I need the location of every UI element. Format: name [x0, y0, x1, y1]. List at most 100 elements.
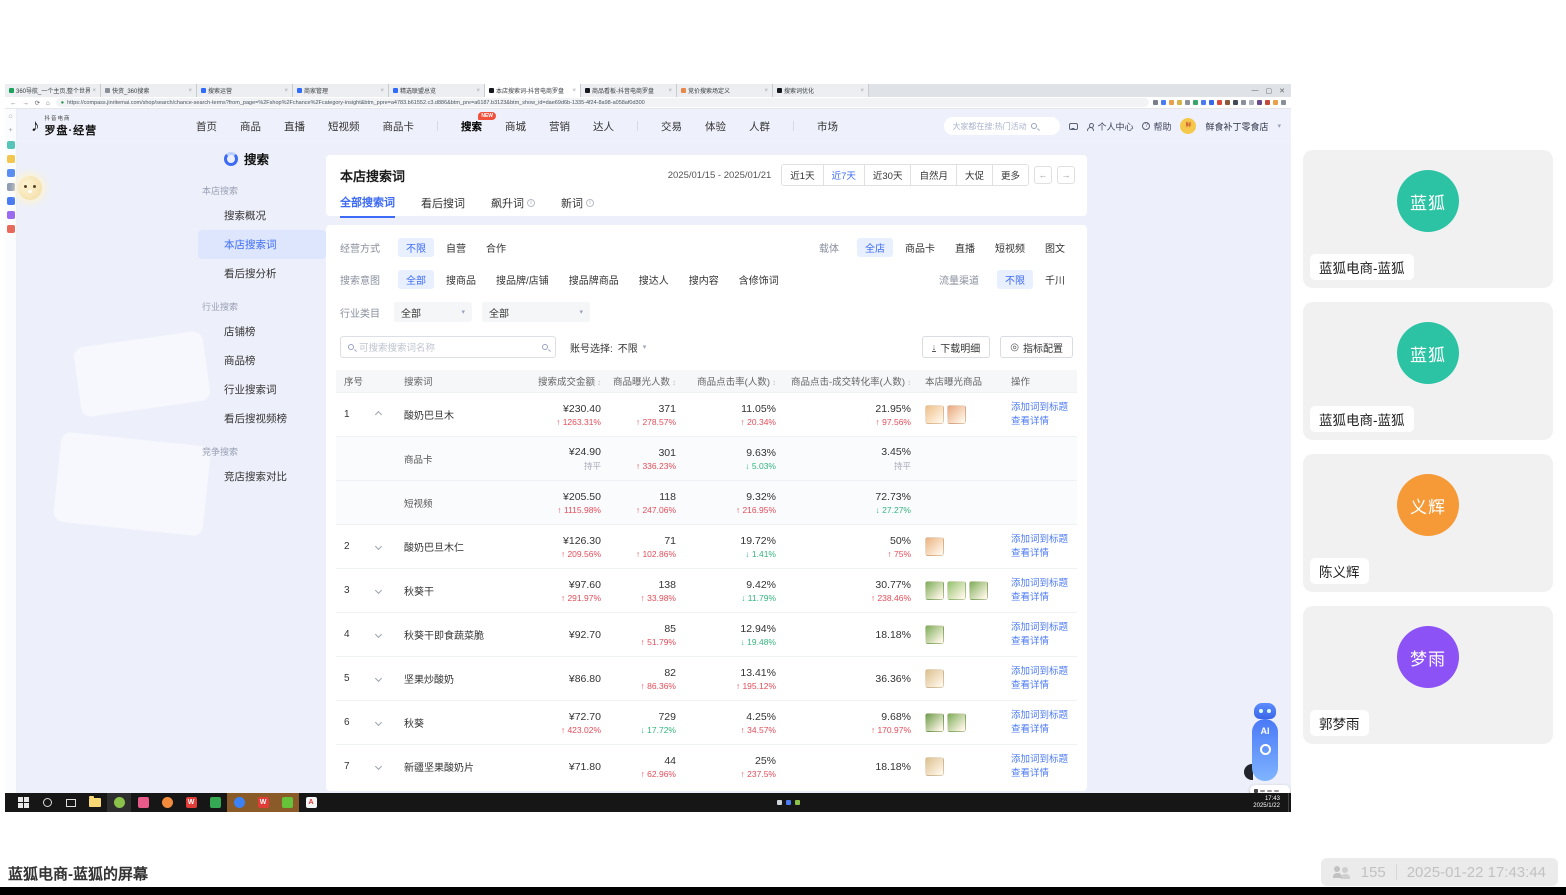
help-link[interactable]: ? 帮助 [1142, 120, 1171, 133]
date-range[interactable]: 2025/01/15 - 2025/01/21 [668, 170, 772, 181]
product-image[interactable] [925, 405, 944, 424]
filter-chip-千川[interactable]: 千川 [1037, 270, 1073, 289]
browser-nav-buttons[interactable]: ← → ⟳ ⌂ [10, 99, 52, 107]
sidebar-item-看后搜视频榜[interactable]: 看后搜视频榜 [198, 404, 326, 433]
extension-icon[interactable] [1241, 100, 1246, 105]
filter-chip-全部[interactable]: 全部 [398, 270, 434, 289]
chevron-down-icon[interactable] [374, 718, 383, 727]
date-button-更多[interactable]: 更多 [992, 165, 1028, 185]
action-link-添加词到标题[interactable]: 添加词到标题 [1011, 665, 1077, 679]
date-button-近30天[interactable]: 近30天 [864, 165, 912, 185]
column-header[interactable]: 商品点击率(人数) ↕ [676, 374, 776, 388]
filter-chip-自营[interactable]: 自营 [438, 238, 474, 257]
extension-icon[interactable] [1249, 100, 1254, 105]
window-controls[interactable]: — ▢ ✕ [1246, 84, 1292, 97]
download-detail-button[interactable]: ↓ 下载明细 [921, 336, 991, 358]
product-image[interactable] [925, 581, 944, 600]
taskbar-clock[interactable]: 17:43 2025/1/22 [1253, 796, 1288, 810]
metric-config-button[interactable]: ◎ 指标配置 [1000, 336, 1073, 358]
browser-tab[interactable]: 360导航_一个主页,整个世界 × [5, 84, 101, 97]
action-link-添加词到标题[interactable]: 添加词到标题 [1011, 401, 1077, 415]
extension-icon[interactable] [1257, 100, 1262, 105]
nav-item-搜索[interactable]: 搜索 NEW [461, 111, 496, 134]
action-link-添加词到标题[interactable]: 添加词到标题 [1011, 709, 1077, 723]
product-image[interactable] [925, 669, 944, 688]
category-select-2[interactable]: 全部 ▾ [482, 302, 590, 322]
tab-飙升词[interactable]: 飙升词 i [491, 194, 535, 218]
date-button-大促[interactable]: 大促 [956, 165, 993, 185]
extension-icon[interactable] [1281, 100, 1286, 105]
account-select[interactable]: 账号选择: 不限 ▾ [570, 340, 646, 355]
nav-item-短视频[interactable]: 短视频 [328, 119, 360, 134]
nav-item-商品卡[interactable]: 商品卡 [383, 119, 415, 134]
column-header[interactable]: 商品曝光人数 ↕ [601, 374, 676, 388]
browser-tab[interactable]: 精选联盟总览 × [389, 84, 485, 97]
search-submit-icon[interactable] [542, 344, 548, 350]
sidebar-item-搜索概况[interactable]: 搜索概况 [198, 201, 326, 230]
nav-item-直播[interactable]: 直播 [284, 119, 305, 134]
tab-close-icon[interactable]: × [284, 88, 288, 94]
address-bar[interactable]: ● https://compass.jinritemai.com/shop/se… [55, 98, 1149, 107]
taskbar-icon-wechat[interactable] [275, 793, 299, 812]
taskbar-icon-task-view[interactable] [59, 793, 83, 812]
nav-item-人群[interactable]: 人群 [749, 119, 770, 134]
side-strip-icon[interactable] [6, 141, 15, 149]
filter-chip-不限[interactable]: 不限 [997, 270, 1033, 289]
nav-item-体验[interactable]: 体验 [705, 119, 726, 134]
participant-tile[interactable]: 蓝狐 蓝狐电商-蓝狐 [1303, 150, 1553, 288]
taskbar-icon-browser-360[interactable] [107, 793, 131, 812]
home-icon[interactable]: ⌂ [8, 113, 12, 121]
extension-icon[interactable] [1201, 100, 1206, 105]
browser-tab[interactable]: 竞价搜索场定义 × [677, 84, 773, 97]
taskbar-icon-file-explorer[interactable] [83, 793, 107, 812]
date-button-自然月[interactable]: 自然月 [911, 165, 957, 185]
action-link-添加词到标题[interactable]: 添加词到标题 [1011, 577, 1077, 591]
side-strip-icon[interactable] [6, 197, 15, 205]
global-search-input[interactable]: 大家都在搜:热门活动 [944, 117, 1061, 135]
participant-tile[interactable]: 蓝狐 蓝狐电商-蓝狐 [1303, 302, 1553, 440]
chevron-down-icon[interactable] [374, 674, 383, 683]
filter-chip-图文[interactable]: 图文 [1037, 238, 1073, 257]
tab-全部搜索词[interactable]: 全部搜索词 [340, 194, 395, 218]
extension-icon[interactable] [1153, 100, 1158, 105]
side-strip-icon[interactable] [6, 155, 15, 163]
nav-item-市场[interactable]: 市场 [817, 119, 838, 134]
product-image[interactable] [925, 713, 944, 732]
tab-close-icon[interactable]: × [188, 88, 192, 94]
chevron-down-icon[interactable]: ▾ [1277, 122, 1281, 130]
product-image[interactable] [925, 625, 944, 644]
profile-link[interactable]: 个人中心 [1087, 120, 1133, 133]
filter-chip-全店[interactable]: 全店 [857, 238, 893, 257]
tray-icon[interactable] [794, 800, 800, 805]
side-strip-icon[interactable] [6, 169, 15, 177]
sidebar-item-本店搜索词[interactable]: 本店搜索词 [198, 230, 326, 259]
side-strip-icon[interactable] [6, 225, 15, 233]
side-strip-icon[interactable] [6, 183, 15, 191]
sidebar-item-行业搜索词[interactable]: 行业搜索词 [198, 375, 326, 404]
browser-tab[interactable]: 商家管理 × [293, 84, 389, 97]
shop-name[interactable]: 鲜食补丁零食店 [1205, 120, 1268, 133]
participant-tile[interactable]: 梦雨 郭梦雨 [1303, 606, 1553, 744]
side-strip-icon[interactable] [6, 211, 15, 219]
sidebar-item-看后搜分析[interactable]: 看后搜分析 [198, 259, 326, 288]
expand-toggle[interactable] [374, 674, 404, 683]
extension-icon[interactable] [1217, 100, 1222, 105]
action-link-查看详情[interactable]: 查看详情 [1011, 723, 1077, 737]
taskbar-icon-wps[interactable]: W [179, 793, 203, 812]
taskbar-icon-wps-2[interactable]: W [251, 793, 275, 812]
filter-chip-搜品牌商品[interactable]: 搜品牌商品 [561, 270, 627, 289]
browser-tab[interactable]: 搜索词优化 × [773, 84, 869, 97]
filter-chip-搜内容[interactable]: 搜内容 [681, 270, 727, 289]
filter-chip-搜达人[interactable]: 搜达人 [631, 270, 677, 289]
action-link-查看详情[interactable]: 查看详情 [1011, 767, 1077, 781]
tab-close-icon[interactable]: × [860, 88, 864, 94]
sidebar-item-店铺榜[interactable]: 店铺榜 [198, 317, 326, 346]
participant-tile[interactable]: 义辉 陈义辉 [1303, 454, 1553, 592]
ai-assistant-widget[interactable]: AI ⊕× [1250, 703, 1290, 793]
extension-icon[interactable] [1177, 100, 1182, 105]
extension-icon[interactable] [1265, 100, 1270, 105]
date-button-近7天[interactable]: 近7天 [823, 165, 865, 185]
product-image[interactable] [925, 537, 944, 556]
action-link-添加词到标题[interactable]: 添加词到标题 [1011, 753, 1077, 767]
extension-icon[interactable] [1209, 100, 1214, 105]
